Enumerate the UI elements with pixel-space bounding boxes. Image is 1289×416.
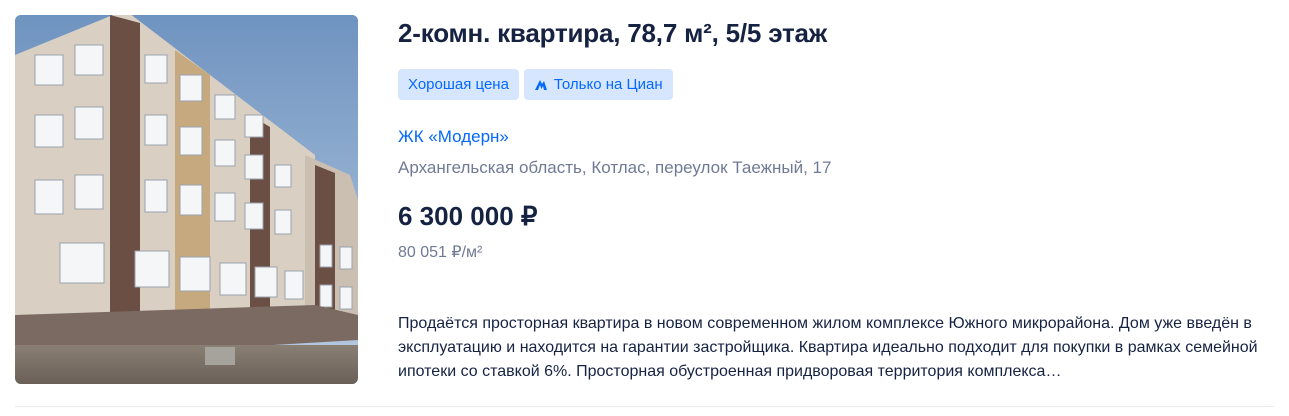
badge-label: Только на Циан xyxy=(553,76,663,93)
complex-link[interactable]: ЖК «Модерн» xyxy=(398,127,509,147)
address: Архангельская область, Котлас, переулок … xyxy=(398,158,832,177)
divider xyxy=(15,406,1274,407)
price: 6 300 000 ₽ xyxy=(398,201,538,231)
listing-description: Продаётся просторная квартира в новом со… xyxy=(398,315,1258,380)
building-photo-image xyxy=(15,15,358,384)
cian-logo-icon xyxy=(534,79,547,90)
listing-card[interactable]: 2-комн. квартира, 78,7 м², 5/5 этаж Хоро… xyxy=(0,0,1289,416)
listing-title[interactable]: 2-комн. квартира, 78,7 м², 5/5 этаж xyxy=(398,18,827,49)
price-per-meter: 80 051 ₽/м² xyxy=(398,244,483,261)
badge-only-on-cian: Только на Циан xyxy=(523,69,673,100)
badge-label: Хорошая цена xyxy=(408,76,509,93)
listing-photo[interactable] xyxy=(15,15,358,384)
badge-good-price: Хорошая цена xyxy=(398,69,519,100)
badge-list: Хорошая цена Только на Циан xyxy=(398,69,673,100)
